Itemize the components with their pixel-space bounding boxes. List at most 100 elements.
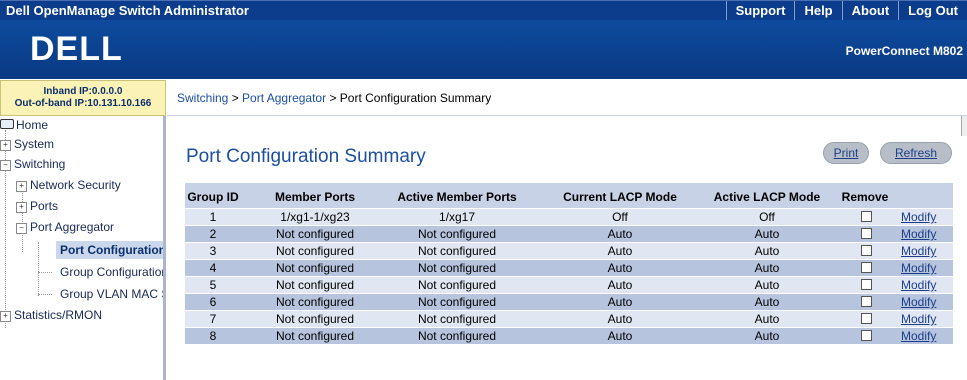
cell-active-member-ports: Not configured — [417, 261, 497, 275]
cell-group-id: 6 — [209, 295, 217, 309]
sidebar-item-network-security[interactable]: + Network Security — [16, 178, 121, 192]
table-header: Group ID Member Ports Active Member Port… — [185, 183, 953, 208]
remove-checkbox[interactable] — [861, 211, 872, 222]
cell-group-id: 7 — [209, 312, 217, 326]
collapse-icon[interactable]: − — [16, 223, 27, 234]
remove-checkbox[interactable] — [861, 330, 872, 341]
dell-logo: DELL — [30, 30, 123, 68]
remove-checkbox[interactable] — [861, 313, 872, 324]
modify-link[interactable]: Modify — [901, 210, 936, 224]
cell-active-lacp-mode: Auto — [754, 227, 780, 241]
collapse-icon[interactable]: − — [0, 160, 11, 171]
cell-group-id: 1 — [209, 210, 217, 224]
product-name: PowerConnect M802 — [845, 44, 963, 58]
sidebar-item-label: Group Configuration — [60, 265, 166, 279]
home-icon — [0, 119, 14, 129]
sidebar-item-switching[interactable]: − Switching — [0, 157, 65, 171]
sidebar-item-group-vlan-mac[interactable]: Group VLAN MAC S — [60, 287, 166, 301]
breadcrumb-port-aggregator[interactable]: Port Aggregator — [242, 91, 326, 105]
table-body: 1 1/xg1-1/xg23 1/xg17 Off Off Modify 2 Not conf… — [185, 208, 953, 344]
col-remove: Remove — [841, 190, 889, 204]
expand-icon[interactable]: + — [16, 181, 27, 192]
print-button[interactable]: Print — [823, 142, 869, 164]
tree-line — [38, 294, 52, 295]
cell-group-id: 3 — [209, 244, 217, 258]
logout-link[interactable]: Log Out — [898, 1, 967, 21]
sidebar-item-port-aggregator[interactable]: − Port Aggregator — [16, 220, 114, 234]
col-group-id: Group ID — [187, 190, 239, 204]
cell-active-lacp-mode: Auto — [754, 244, 780, 258]
sidebar-item-port-configuration[interactable]: Port Configuration — [56, 241, 163, 259]
sidebar-item-label: Ports — [30, 199, 59, 213]
refresh-button[interactable]: Refresh — [880, 142, 952, 164]
cell-active-member-ports: 1/xg17 — [438, 210, 476, 224]
modify-link[interactable]: Modify — [901, 261, 936, 275]
cell-active-member-ports: Not configured — [417, 278, 497, 292]
remove-checkbox[interactable] — [861, 279, 872, 290]
dell-logo-text: DELL — [30, 30, 123, 68]
cell-current-lacp-mode: Auto — [607, 295, 633, 309]
remove-checkbox[interactable] — [861, 245, 872, 256]
cell-member-ports: Not configured — [275, 244, 355, 258]
breadcrumb-separator: > — [228, 91, 243, 105]
inband-ip: Inband IP:0.0.0.0 — [43, 86, 123, 97]
cell-current-lacp-mode: Auto — [607, 278, 633, 292]
support-link[interactable]: Support — [725, 1, 795, 21]
sidebar-item-group-configuration[interactable]: Group Configuration — [60, 265, 166, 279]
remove-checkbox[interactable] — [861, 296, 872, 307]
cell-active-lacp-mode: Auto — [754, 295, 780, 309]
table-row: 3 Not configured Not configured Auto Auto Mod… — [185, 242, 953, 259]
about-link[interactable]: About — [841, 1, 899, 21]
remove-checkbox[interactable] — [861, 262, 872, 273]
cell-group-id: 8 — [209, 329, 217, 343]
help-link[interactable]: Help — [794, 1, 841, 21]
ip-info-box: Inband IP:0.0.0.0 Out-of-band IP:10.131.… — [0, 80, 166, 116]
modify-link[interactable]: Modify — [901, 295, 936, 309]
modify-link[interactable]: Modify — [901, 329, 936, 343]
cell-group-id: 4 — [209, 261, 217, 275]
table-row: 8 Not configured Not configured Auto Auto Mod… — [185, 327, 953, 344]
cell-active-lacp-mode: Auto — [754, 278, 780, 292]
top-menu-bar: Dell OpenManage Switch Administrator Sup… — [0, 0, 967, 21]
remove-checkbox[interactable] — [861, 228, 872, 239]
col-active-member-ports: Active Member Ports — [397, 190, 517, 204]
tree-line — [38, 272, 52, 273]
cell-member-ports: Not configured — [275, 329, 355, 343]
sidebar-item-ports[interactable]: + Ports — [16, 199, 58, 213]
tree-line — [38, 242, 39, 296]
expand-icon[interactable]: + — [0, 140, 11, 151]
sidebar-item-label: Network Security — [30, 178, 121, 192]
cell-current-lacp-mode: Auto — [607, 312, 633, 326]
expand-icon[interactable]: + — [0, 311, 11, 322]
sidebar-item-label: Switching — [14, 157, 66, 171]
expand-icon[interactable]: + — [16, 202, 27, 213]
breadcrumb-separator: > — [326, 91, 340, 105]
table-row: 4 Not configured Not configured Auto Auto Mod… — [185, 259, 953, 276]
table-row: 7 Not configured Not configured Auto Auto Mod… — [185, 310, 953, 327]
sidebar-item-label: Group VLAN MAC S — [60, 287, 166, 301]
sidebar-item-statistics[interactable]: + Statistics/RMON — [0, 308, 102, 322]
modify-link[interactable]: Modify — [901, 278, 936, 292]
banner: DELL PowerConnect M802 — [0, 20, 967, 79]
cell-active-member-ports: Not configured — [417, 312, 497, 326]
cell-member-ports: Not configured — [275, 227, 355, 241]
modify-link[interactable]: Modify — [901, 227, 936, 241]
modify-link[interactable]: Modify — [901, 312, 936, 326]
cell-active-member-ports: Not configured — [417, 329, 497, 343]
port-config-table: Group ID Member Ports Active Member Port… — [185, 183, 953, 344]
cell-group-id: 5 — [209, 278, 217, 292]
table-row: 5 Not configured Not configured Auto Auto Mod… — [185, 276, 953, 293]
cell-active-member-ports: Not configured — [417, 227, 497, 241]
top-links: Support Help About Log Out — [725, 1, 967, 21]
cell-member-ports: Not configured — [275, 295, 355, 309]
scrollbar[interactable] — [961, 116, 967, 136]
cell-current-lacp-mode: Off — [612, 210, 628, 224]
cell-active-lacp-mode: Auto — [754, 261, 780, 275]
cell-member-ports: Not configured — [275, 278, 355, 292]
breadcrumb-switching[interactable]: Switching — [177, 91, 228, 105]
sidebar-item-home[interactable]: Home — [0, 118, 48, 132]
sidebar-item-label: Home — [16, 118, 49, 132]
cell-current-lacp-mode: Auto — [607, 244, 633, 258]
sidebar-item-system[interactable]: + System — [0, 137, 54, 151]
modify-link[interactable]: Modify — [901, 244, 936, 258]
